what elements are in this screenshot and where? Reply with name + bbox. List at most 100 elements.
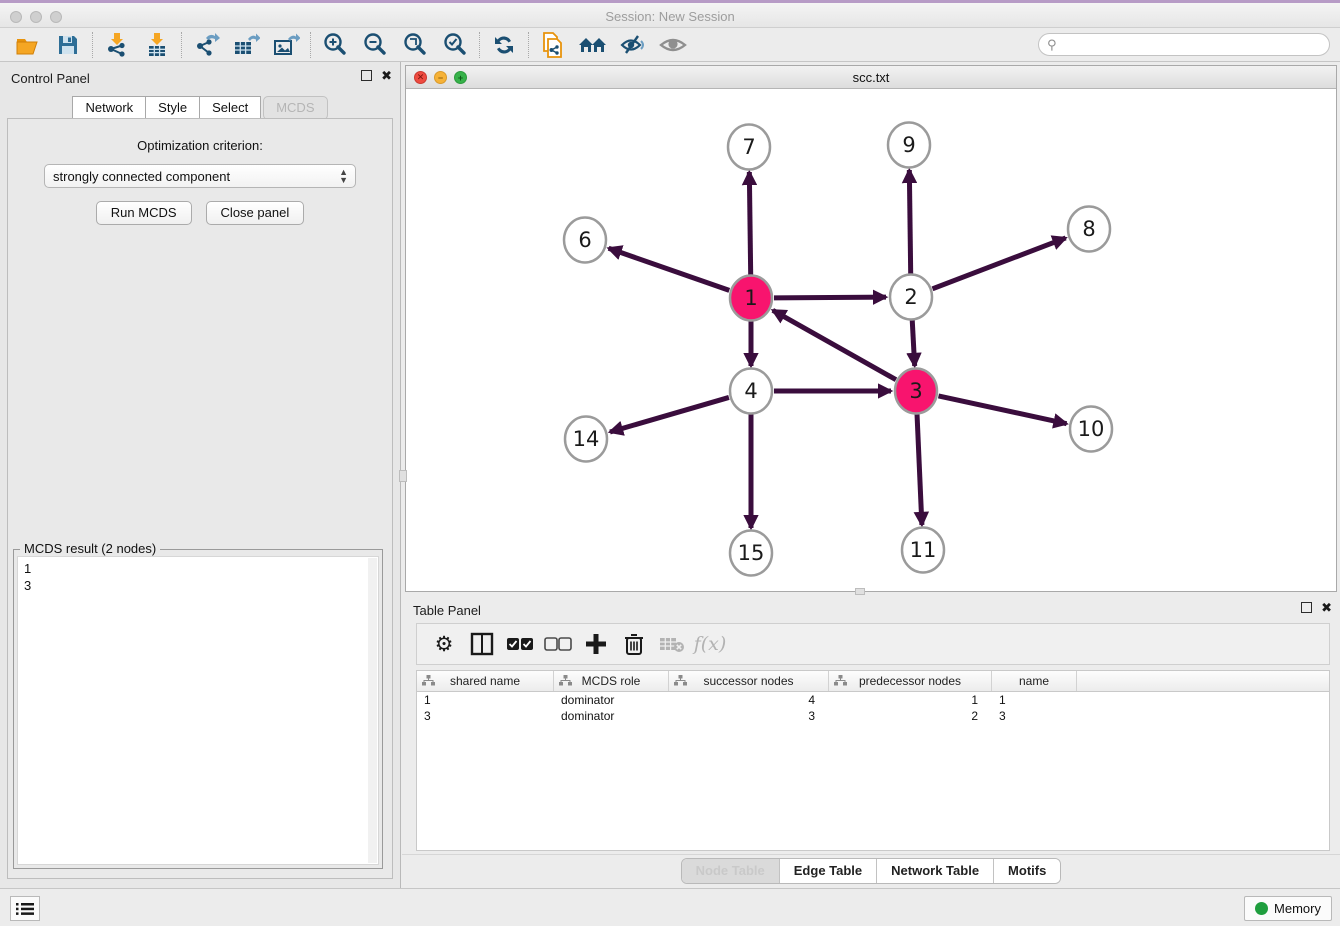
zoom-fit-button[interactable]	[395, 30, 435, 60]
close-panel-icon[interactable]: ✖	[381, 70, 392, 81]
hierarchy-icon	[559, 675, 572, 687]
horizontal-splitter-grip[interactable]	[855, 588, 865, 595]
float-panel-icon[interactable]	[361, 70, 372, 81]
result-line: 3	[24, 577, 372, 594]
table-row[interactable]: 1 dominator 4 1 1	[417, 692, 1329, 708]
edge-3-to-11[interactable]	[917, 414, 922, 525]
column-header-predecessor-nodes[interactable]: predecessor nodes	[829, 671, 992, 691]
refresh-icon	[491, 32, 517, 58]
tab-motifs[interactable]: Motifs	[994, 859, 1060, 883]
import-table-button[interactable]	[137, 30, 177, 60]
import-network-icon	[104, 32, 130, 58]
table-panel-header: Table Panel ✖	[402, 594, 1340, 620]
column-header-shared-name[interactable]: shared name	[417, 671, 554, 691]
export-image-button[interactable]	[266, 30, 306, 60]
close-panel-button[interactable]: Close panel	[206, 201, 305, 225]
show-columns-button[interactable]	[465, 628, 499, 660]
refresh-button[interactable]	[484, 30, 524, 60]
column-header-filler	[1077, 671, 1329, 691]
open-session-button[interactable]	[8, 30, 48, 60]
save-session-button[interactable]	[48, 30, 88, 60]
show-view-button[interactable]	[653, 30, 693, 60]
edge-4-to-14[interactable]	[610, 397, 729, 432]
edge-1-to-2[interactable]	[774, 297, 886, 298]
vertical-splitter-grip[interactable]	[399, 470, 407, 482]
zoom-out-button[interactable]	[355, 30, 395, 60]
mcds-result-title: MCDS result (2 nodes)	[20, 541, 160, 556]
toolbar-separator	[479, 32, 480, 58]
export-network-button[interactable]	[186, 30, 226, 60]
zoom-out-icon	[362, 32, 388, 58]
tab-network[interactable]: Network	[72, 96, 146, 120]
function-builder-button[interactable]: f(x)	[693, 628, 727, 660]
tab-select[interactable]: Select	[200, 96, 261, 120]
columns-icon	[470, 632, 494, 656]
column-header-mcds-role[interactable]: MCDS role	[554, 671, 669, 691]
hierarchy-icon	[422, 675, 435, 687]
table-header-row: shared name MCDS role successor nodes pr…	[417, 671, 1329, 692]
tab-mcds[interactable]: MCDS	[263, 96, 327, 120]
edge-1-to-7[interactable]	[749, 172, 750, 275]
zoom-fit-icon	[402, 32, 428, 58]
function-icon: f(x)	[694, 633, 727, 655]
network-canvas[interactable]: 7968124314101511	[406, 89, 1336, 591]
zoom-in-button[interactable]	[315, 30, 355, 60]
dropdown-arrows-icon: ▲▼	[339, 168, 348, 184]
memory-button[interactable]: Memory	[1244, 896, 1332, 921]
graph-node-label: 6	[578, 228, 591, 252]
zoom-selected-button[interactable]	[435, 30, 475, 60]
tab-node-table[interactable]: Node Table	[682, 859, 780, 883]
mcds-result-text[interactable]: 1 3	[17, 556, 379, 865]
select-all-button[interactable]	[503, 628, 537, 660]
task-history-button[interactable]	[10, 896, 40, 921]
table-tabs-divider	[402, 854, 1340, 855]
table-panel: Table Panel ✖ ⚙	[402, 594, 1340, 888]
plus-icon	[585, 633, 607, 655]
tab-network-table[interactable]: Network Table	[877, 859, 994, 883]
graph-node-label: 14	[573, 427, 600, 451]
graph-node-label: 3	[909, 379, 922, 403]
tab-style[interactable]: Style	[146, 96, 200, 120]
delete-column-button[interactable]	[655, 628, 689, 660]
gear-icon: ⚙	[435, 632, 454, 656]
table-row[interactable]: 3 dominator 3 2 3	[417, 708, 1329, 724]
toolbar-separator	[310, 32, 311, 58]
toolbar-separator	[181, 32, 182, 58]
edge-2-to-8[interactable]	[932, 238, 1065, 289]
edge-3-to-10[interactable]	[938, 396, 1066, 424]
run-mcds-button[interactable]: Run MCDS	[96, 201, 192, 225]
column-header-successor-nodes[interactable]: successor nodes	[669, 671, 829, 691]
result-scrollbar[interactable]	[368, 558, 377, 863]
save-icon	[56, 33, 80, 57]
float-table-panel-icon[interactable]	[1301, 602, 1312, 613]
edge-3-to-1[interactable]	[773, 310, 896, 379]
search-box: ⚲	[1038, 33, 1330, 56]
deselect-all-button[interactable]	[541, 628, 575, 660]
edge-1-to-6[interactable]	[609, 248, 730, 290]
close-table-panel-icon[interactable]: ✖	[1321, 602, 1332, 613]
tab-edge-table[interactable]: Edge Table	[780, 859, 877, 883]
import-network-button[interactable]	[97, 30, 137, 60]
duplicate-network-button[interactable]	[533, 30, 573, 60]
table-settings-button[interactable]: ⚙	[427, 628, 461, 660]
search-icon: ⚲	[1047, 37, 1057, 53]
export-table-icon	[232, 32, 260, 58]
add-column-button[interactable]	[579, 628, 613, 660]
hierarchy-icon	[834, 675, 847, 687]
export-table-button[interactable]	[226, 30, 266, 60]
mcds-result-box: MCDS result (2 nodes) 1 3	[13, 549, 383, 869]
delete-row-button[interactable]	[617, 628, 651, 660]
network-graph: 7968124314101511	[406, 89, 1336, 591]
unchecked-boxes-icon	[544, 637, 572, 651]
search-input[interactable]	[1062, 38, 1321, 52]
table-toolbar: ⚙	[416, 623, 1330, 665]
list-icon	[16, 902, 34, 916]
edge-2-to-9[interactable]	[909, 170, 910, 274]
criterion-dropdown[interactable]: strongly connected component ▲▼	[44, 164, 356, 188]
column-header-name[interactable]: name	[992, 671, 1077, 691]
edge-2-to-3[interactable]	[912, 320, 914, 366]
home-button[interactable]	[573, 30, 613, 60]
zoom-selected-icon	[442, 32, 468, 58]
hide-panels-button[interactable]	[613, 30, 653, 60]
eye-icon	[658, 33, 688, 57]
